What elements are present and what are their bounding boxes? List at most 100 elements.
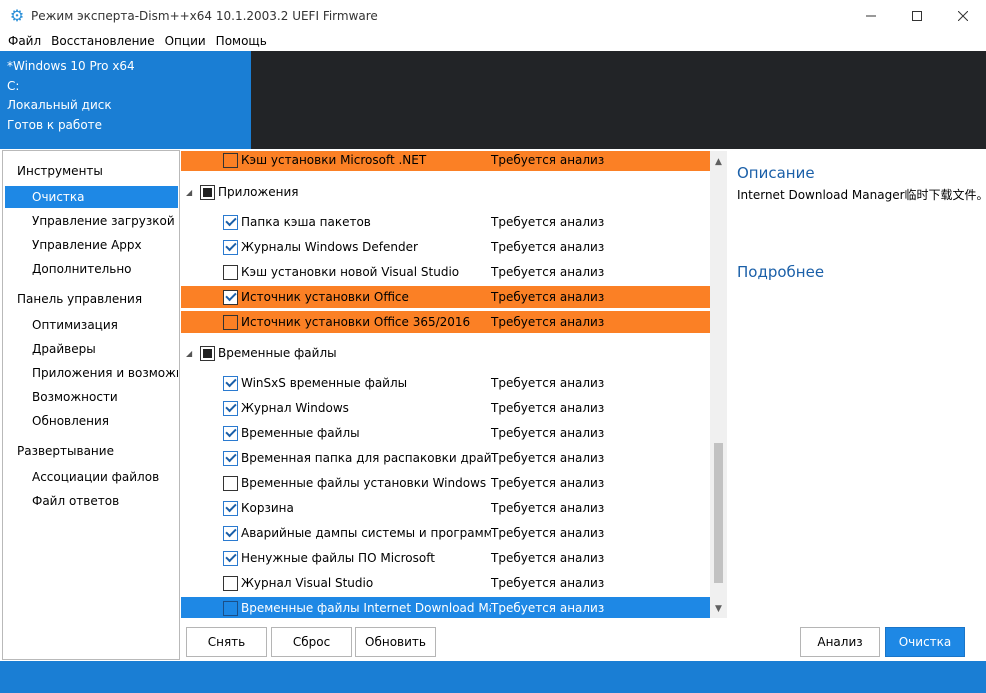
list-item-name: Журнал Visual Studio [241,576,374,590]
list-item[interactable]: Корзина Требуется анализ [181,497,710,519]
list-scrollbar[interactable]: ▲ ▼ [710,151,727,618]
minimize-button[interactable] [848,0,894,31]
sidebar-item-updates[interactable]: Обновления [5,410,178,432]
title-bar: ⚙ Режим эксперта-Dism++x64 10.1.2003.2 U… [0,0,986,31]
list-item-status: Требуется анализ [491,215,605,229]
sidebar-item-appx[interactable]: Управление Appx [5,234,178,256]
scroll-down-icon[interactable]: ▼ [710,600,727,617]
list-item-name: Источник установки Office [241,290,409,304]
cleanup-list: Кэш установки Microsoft .NET Требуется а… [181,151,710,618]
list-item-name: Корзина [241,501,294,515]
list-item-checkbox[interactable] [223,375,238,391]
list-item[interactable]: Кэш установки новой Visual Studio Требуе… [181,261,710,283]
menu-help[interactable]: Помощь [211,34,272,48]
list-item-checkbox[interactable] [223,500,238,516]
list-item-checkbox[interactable] [223,575,238,591]
list-item[interactable]: Временная папка для распаковки драйверов… [181,447,710,469]
sidebar-item-optimization[interactable]: Оптимизация [5,314,178,336]
list-item-checkbox[interactable] [223,239,238,255]
sidebar-item-capabilities[interactable]: Возможности [5,386,178,408]
list-item-checkbox[interactable] [223,525,238,541]
image-status: Готов к работе [7,117,103,132]
list-item-status: Требуется анализ [491,240,605,254]
list-item-checkbox[interactable] [223,264,238,280]
list-item[interactable]: Временные файлы Требуется анализ [181,422,710,444]
list-item-name: Папка кэша пакетов [241,215,371,229]
close-icon [958,10,968,21]
list-item[interactable]: Источник установки Office Требуется анал… [181,286,710,308]
list-item-name: Временная папка для распаковки драйверов [241,451,491,465]
list-item[interactable]: WinSxS временные файлы Требуется анализ [181,372,710,394]
list-item[interactable]: Папка кэша пакетов Требуется анализ [181,211,710,233]
list-item[interactable]: Ненужные файлы ПО Microsoft Требуется ан… [181,547,710,569]
list-item[interactable]: Кэш установки Microsoft .NET Требуется а… [181,151,710,171]
list-item[interactable]: Временные файлы установки Windows Требуе… [181,472,710,494]
sidebar-item-advanced[interactable]: Дополнительно [5,258,178,280]
chevron-down-icon[interactable]: ◢ [186,188,196,197]
list-item-name: Аварийные дампы системы и программ [241,526,491,540]
list-item[interactable]: Журнал Windows Требуется анализ [181,397,710,419]
list-item-status: Требуется анализ [491,451,605,465]
sidebar-item-boot-manager[interactable]: Управление загрузкой [5,210,178,232]
menu-file[interactable]: Файл [3,34,46,48]
menu-options[interactable]: Опции [160,34,211,48]
list-item-selected[interactable]: Временные файлы Internet Download Manage… [181,597,710,618]
scroll-up-icon[interactable]: ▲ [710,153,727,170]
sidebar-item-cleanup[interactable]: Очистка [5,186,178,208]
refresh-button[interactable]: Обновить [355,627,436,657]
list-item[interactable]: Источник установки Office 365/2016 Требу… [181,311,710,333]
list-item-status: Требуется анализ [491,401,605,415]
maximize-button[interactable] [894,0,940,31]
image-os: *Windows 10 Pro x64 [7,59,135,73]
uncheck-button[interactable]: Снять [186,627,267,657]
list-item-name: Журнал Windows [241,401,349,415]
list-item-checkbox[interactable] [223,450,238,466]
image-drive: C: [7,78,20,93]
analyze-button[interactable]: Анализ [800,627,880,657]
list-item-status: Требуется анализ [491,551,605,565]
list-item-name: Источник установки Office 365/2016 [241,315,471,329]
list-item-checkbox[interactable] [223,214,238,230]
minimize-icon [866,15,876,16]
list-item-name: Ненужные файлы ПО Microsoft [241,551,435,565]
group-checkbox[interactable] [200,184,215,200]
clean-button[interactable]: Очистка [885,627,965,657]
list-item-checkbox[interactable] [223,289,238,305]
sidebar-item-file-associations[interactable]: Ассоциации файлов [5,466,178,488]
list-item-status: Требуется анализ [491,476,605,490]
menu-bar: Файл Восстановление Опции Помощь [0,31,986,51]
chevron-down-icon[interactable]: ◢ [186,349,196,358]
sidebar-group-control-panel: Панель управления [17,292,143,306]
list-item-checkbox[interactable] [223,600,238,616]
image-disk: Локальный диск [7,98,112,112]
status-bar [0,661,986,693]
list-item[interactable]: Журналы Windows Defender Требуется анали… [181,236,710,258]
close-button[interactable] [940,0,986,31]
list-item[interactable]: Журнал Visual Studio Требуется анализ [181,572,710,594]
list-item-checkbox[interactable] [223,314,238,330]
list-group[interactable]: ◢ Временные файлы [181,342,710,364]
image-info-panel[interactable]: *Windows 10 Pro x64 C: Локальный диск Го… [0,51,251,149]
reset-button[interactable]: Сброс [271,627,352,657]
sidebar-item-drivers[interactable]: Драйверы [5,338,178,360]
sidebar-item-answer-file[interactable]: Файл ответов [5,490,178,512]
scroll-thumb[interactable] [714,443,723,583]
window-controls [848,0,986,31]
gear-cluster-icon: ⚙ [9,5,25,25]
more-details-link[interactable]: Подробнее [737,261,986,283]
list-item-status: Требуется анализ [491,153,605,167]
list-item-name: Временные файлы [241,426,360,440]
list-item-checkbox[interactable] [223,425,238,441]
list-item-checkbox[interactable] [223,550,238,566]
list-item[interactable]: Аварийные дампы системы и программ Требу… [181,522,710,544]
list-item-checkbox[interactable] [223,400,238,416]
list-item-checkbox[interactable] [223,152,238,168]
menu-restore[interactable]: Восстановление [46,34,159,48]
list-item-checkbox[interactable] [223,475,238,491]
list-group[interactable]: ◢ Приложения [181,181,710,203]
group-checkbox[interactable] [200,345,215,361]
image-list-area [251,51,986,149]
group-name: Приложения [218,185,299,199]
description-heading: Описание [737,164,815,182]
sidebar-item-apps-features[interactable]: Приложения и возможнос [5,362,178,384]
